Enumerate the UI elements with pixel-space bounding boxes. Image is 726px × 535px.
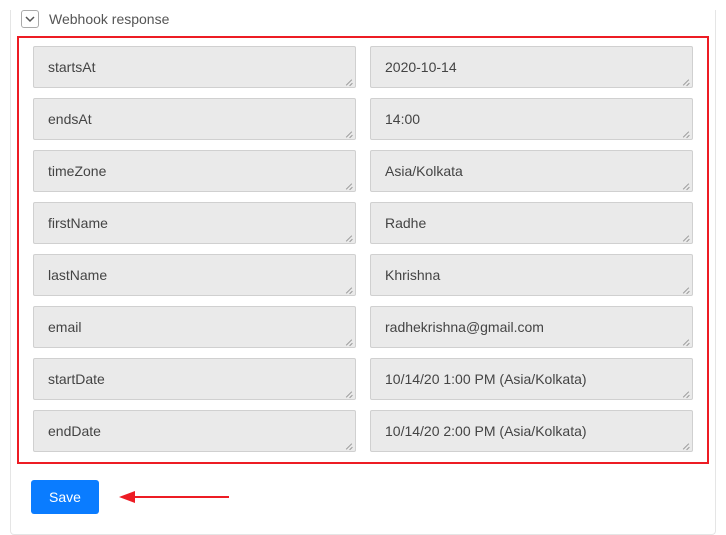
field-key-endDate[interactable]: endDate [33,410,356,452]
table-row: timeZone Asia/Kolkata [33,150,693,192]
resize-handle-icon [680,232,690,242]
resize-handle-icon [680,180,690,190]
collapse-toggle[interactable] [21,10,39,28]
field-key-endsAt[interactable]: endsAt [33,98,356,140]
resize-handle-icon [680,76,690,86]
fields-panel: startsAt 2020-10-14 endsAt 14:00 timeZon… [17,36,709,464]
table-row: startsAt 2020-10-14 [33,46,693,88]
resize-handle-icon [680,388,690,398]
field-value-email[interactable]: radhekrishna@gmail.com [370,306,693,348]
table-row: firstName Radhe [33,202,693,244]
field-value-timeZone[interactable]: Asia/Kolkata [370,150,693,192]
resize-handle-icon [343,284,353,294]
resize-handle-icon [343,388,353,398]
table-row: lastName Khrishna [33,254,693,296]
resize-handle-icon [343,180,353,190]
section-title: Webhook response [49,11,169,27]
field-value-firstName[interactable]: Radhe [370,202,693,244]
arrow-annotation-icon [119,487,229,507]
field-value-lastName[interactable]: Khrishna [370,254,693,296]
field-key-startsAt[interactable]: startsAt [33,46,356,88]
field-key-email[interactable]: email [33,306,356,348]
section-header: Webhook response [17,10,709,36]
resize-handle-icon [680,128,690,138]
resize-handle-icon [680,284,690,294]
resize-handle-icon [343,336,353,346]
table-row: endsAt 14:00 [33,98,693,140]
resize-handle-icon [343,440,353,450]
field-key-startDate[interactable]: startDate [33,358,356,400]
resize-handle-icon [343,76,353,86]
field-value-startsAt[interactable]: 2020-10-14 [370,46,693,88]
field-key-firstName[interactable]: firstName [33,202,356,244]
field-value-startDate[interactable]: 10/14/20 1:00 PM (Asia/Kolkata) [370,358,693,400]
webhook-response-panel: Webhook response startsAt 2020-10-14 end… [10,10,716,535]
chevron-down-icon [25,11,35,27]
resize-handle-icon [680,440,690,450]
table-row: startDate 10/14/20 1:00 PM (Asia/Kolkata… [33,358,693,400]
field-key-timeZone[interactable]: timeZone [33,150,356,192]
table-row: email radhekrishna@gmail.com [33,306,693,348]
save-button[interactable]: Save [31,480,99,514]
footer-actions: Save [17,464,709,514]
table-row: endDate 10/14/20 2:00 PM (Asia/Kolkata) [33,410,693,452]
field-value-endDate[interactable]: 10/14/20 2:00 PM (Asia/Kolkata) [370,410,693,452]
field-value-endsAt[interactable]: 14:00 [370,98,693,140]
resize-handle-icon [343,232,353,242]
resize-handle-icon [343,128,353,138]
field-key-lastName[interactable]: lastName [33,254,356,296]
resize-handle-icon [680,336,690,346]
